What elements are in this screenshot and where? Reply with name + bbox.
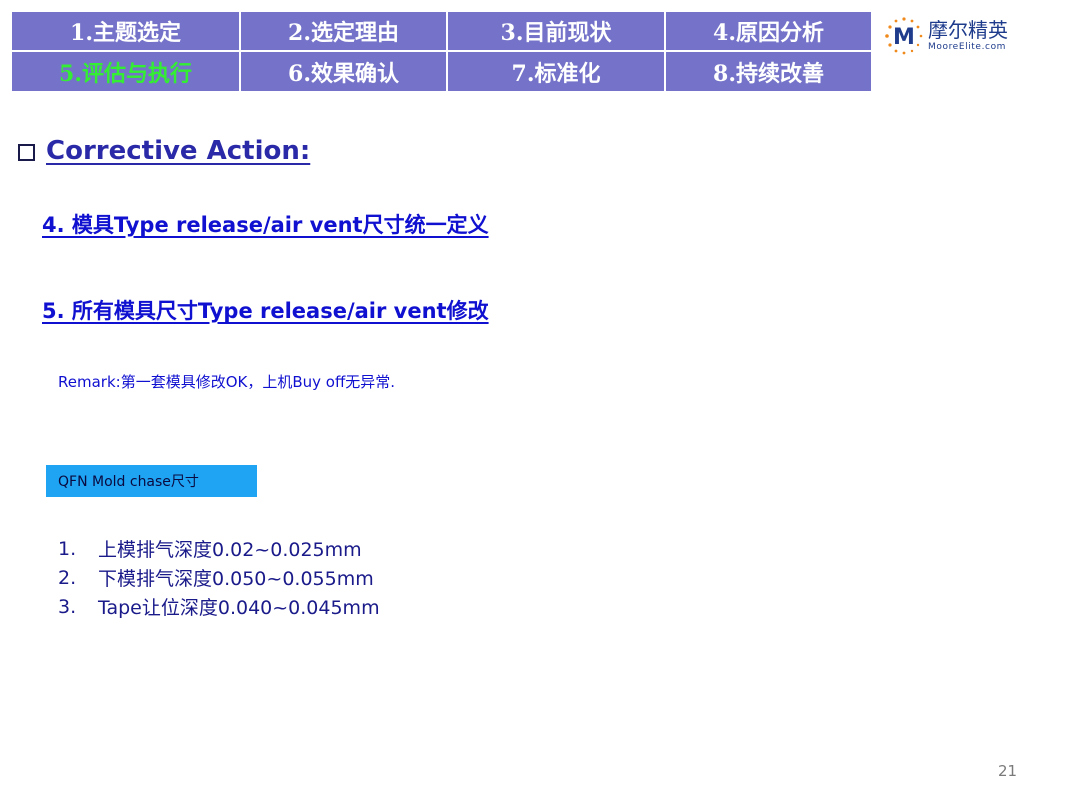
list-text: Tape让位深度0.040~0.045mm — [98, 597, 380, 619]
svg-text:M: M — [893, 25, 915, 50]
spec-list: 1. 上模排气深度0.02~0.025mm 2. 下模排气深度0.050~0.0… — [58, 534, 380, 621]
list-number: 1. — [58, 537, 77, 560]
mold-chase-label: QFN Mold chase尺寸 — [46, 465, 257, 497]
list-item: 1. 上模排气深度0.02~0.025mm — [58, 534, 380, 563]
action-item-4: 4. 模具Type release/air vent尺寸统一定义 — [42, 213, 489, 237]
heading-title: Corrective Action: — [46, 136, 311, 166]
logo: M 摩尔精英 MooreElite.com — [884, 16, 1008, 56]
nav-step-3[interactable]: 3.目前现状 — [448, 12, 664, 50]
list-number: 2. — [58, 566, 77, 589]
section-heading: Corrective Action: — [18, 136, 310, 166]
nav-step-6[interactable]: 6.效果确认 — [241, 52, 446, 91]
nav-step-4[interactable]: 4.原因分析 — [666, 12, 871, 50]
page-number: 21 — [998, 762, 1018, 780]
remark-text: Remark:第一套模具修改OK，上机Buy off无异常. — [58, 373, 396, 391]
nav-step-2[interactable]: 2.选定理由 — [241, 12, 446, 50]
list-item: 2. 下模排气深度0.050~0.055mm — [58, 563, 380, 592]
list-text: 下模排气深度0.050~0.055mm — [98, 568, 374, 590]
step-navigation: 1.主题选定 2.选定理由 3.目前现状 4.原因分析 5.评估与执行 6.效果… — [12, 12, 871, 91]
logo-mark-icon: M — [884, 16, 924, 56]
list-number: 3. — [58, 595, 77, 618]
logo-name-cn: 摩尔精英 — [928, 18, 1008, 42]
nav-step-8[interactable]: 8.持续改善 — [666, 52, 871, 91]
nav-step-1[interactable]: 1.主题选定 — [12, 12, 239, 50]
logo-name-en: MooreElite.com — [928, 42, 1007, 52]
nav-step-7[interactable]: 7.标准化 — [448, 52, 664, 91]
list-text: 上模排气深度0.02~0.025mm — [98, 539, 362, 561]
list-item: 3. Tape让位深度0.040~0.045mm — [58, 592, 380, 621]
checkbox-icon — [18, 143, 35, 161]
action-item-5: 5. 所有模具尺寸Type release/air vent修改 — [42, 299, 489, 323]
nav-step-5-active[interactable]: 5.评估与执行 — [12, 52, 239, 91]
